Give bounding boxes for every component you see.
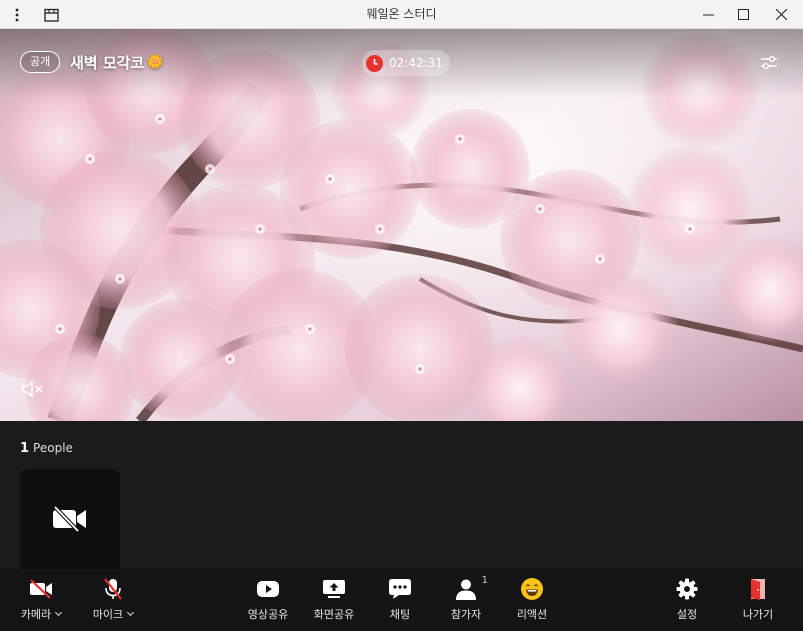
window-title: 웨일온 스터디 bbox=[366, 7, 437, 21]
mic-label: 마이크 bbox=[92, 608, 124, 621]
participants-count: 1 bbox=[481, 575, 488, 586]
chat-label: 채팅 bbox=[389, 608, 411, 621]
timer-value: 02:42:31 bbox=[389, 56, 443, 70]
reactions-label: 리액션 bbox=[516, 608, 548, 621]
clock-icon bbox=[366, 54, 383, 72]
leave-button[interactable]: 나가기 bbox=[728, 575, 788, 627]
camera-off-icon bbox=[27, 575, 55, 603]
people-count: 1 People bbox=[20, 441, 73, 456]
more-vertical-icon[interactable] bbox=[6, 0, 28, 29]
study-timer[interactable]: 02:42:31 bbox=[362, 50, 450, 76]
participants-label: 참가자 bbox=[450, 608, 482, 621]
room-title-text: 새벽 모각코 bbox=[70, 54, 145, 72]
mic-button[interactable]: 마이크 bbox=[83, 575, 143, 627]
person-icon: 1 bbox=[452, 575, 488, 603]
leave-label: 나가기 bbox=[742, 608, 774, 621]
exit-door-icon bbox=[744, 575, 772, 603]
screen-share-icon bbox=[320, 575, 348, 603]
cherry-blossom-background bbox=[0, 29, 803, 421]
chevron-down-icon[interactable] bbox=[55, 608, 63, 617]
youtube-icon bbox=[254, 575, 282, 603]
share-screen-label: 화면공유 bbox=[313, 608, 355, 621]
room-video-area: 공개 새벽 모각코 🌼 02:42:31 bbox=[0, 29, 803, 421]
settings-button[interactable]: 설정 bbox=[657, 575, 717, 627]
flower-emoji-icon: 🌼 bbox=[147, 55, 164, 70]
people-count-number: 1 bbox=[20, 441, 30, 456]
app-window: 웨일온 스터디 공개 새벽 모각코 🌼 02:42:31 1 People 카메… bbox=[0, 0, 803, 631]
mic-off-icon bbox=[99, 575, 127, 603]
room-title: 새벽 모각코 🌼 bbox=[70, 51, 163, 75]
people-count-label: People bbox=[33, 441, 73, 455]
chat-icon bbox=[386, 575, 414, 603]
smiley-icon bbox=[518, 575, 546, 603]
speaker-muted-icon[interactable] bbox=[20, 378, 48, 400]
share-screen-button[interactable]: 화면공유 bbox=[304, 575, 364, 627]
participants-button[interactable]: 1 참가자 bbox=[436, 575, 496, 627]
reactions-button[interactable]: 리액션 bbox=[502, 575, 562, 627]
camera-button[interactable]: 카메라 bbox=[11, 575, 71, 627]
bottom-toolbar: 카메라 마이크 영상공유 화면공유 채팅 1 참가자 리액션 설정 나가기 bbox=[0, 569, 803, 631]
share-video-button[interactable]: 영상공유 bbox=[238, 575, 298, 627]
settings-label: 설정 bbox=[676, 608, 698, 621]
chat-button[interactable]: 채팅 bbox=[370, 575, 430, 627]
gear-icon bbox=[673, 575, 701, 603]
minimize-button[interactable] bbox=[692, 0, 724, 29]
calendar-icon[interactable] bbox=[38, 0, 64, 29]
maximize-button[interactable] bbox=[727, 0, 759, 29]
title-bar: 웨일온 스터디 bbox=[0, 0, 803, 29]
close-button[interactable] bbox=[764, 0, 798, 29]
camera-off-icon bbox=[53, 506, 86, 532]
participant-tile[interactable] bbox=[20, 469, 120, 569]
share-video-label: 영상공유 bbox=[247, 608, 289, 621]
chevron-down-icon[interactable] bbox=[127, 608, 135, 617]
people-panel: 1 People bbox=[0, 421, 803, 569]
adjust-settings-icon[interactable] bbox=[758, 53, 780, 73]
visibility-badge: 공개 bbox=[20, 51, 61, 73]
camera-label: 카메라 bbox=[20, 608, 52, 621]
